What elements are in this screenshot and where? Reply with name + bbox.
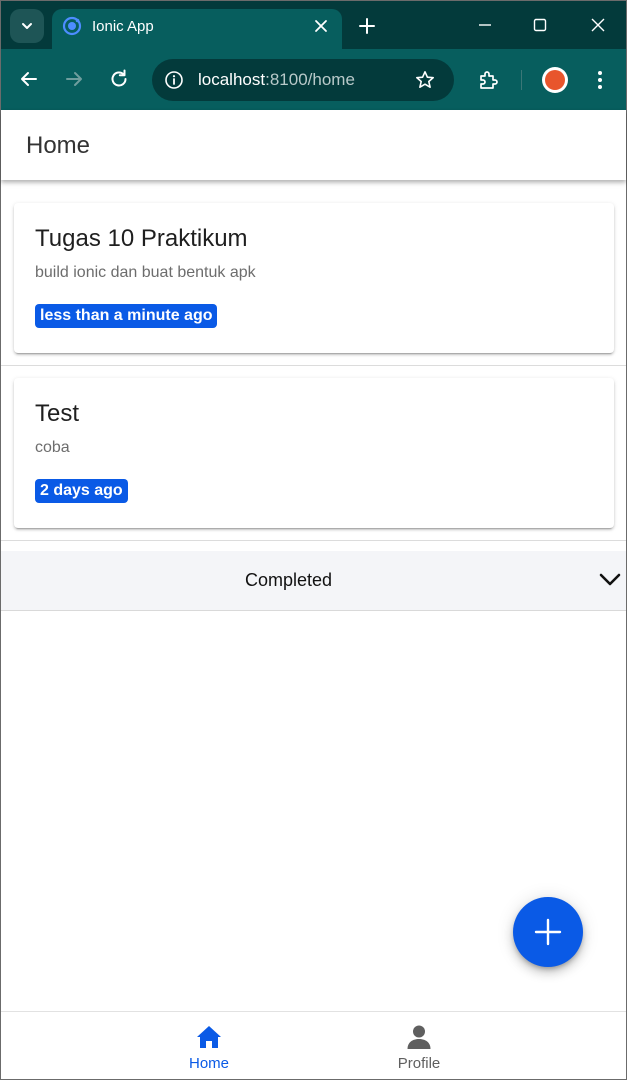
browser-tab-title: Ionic App: [92, 18, 154, 35]
extensions-puzzle-icon[interactable]: [476, 68, 500, 92]
forward-arrow-icon[interactable]: [63, 68, 85, 90]
bookmark-star-icon[interactable]: [414, 69, 436, 91]
reload-icon[interactable]: [108, 68, 130, 90]
completed-accordion-toggle[interactable]: Completed: [1, 551, 626, 611]
add-plus-icon: [534, 918, 562, 946]
list-divider: [1, 365, 626, 366]
chevron-down-icon: [22, 23, 32, 29]
minimize-icon[interactable]: [475, 15, 495, 35]
profile-avatar-image: [545, 70, 565, 90]
address-url: localhost:8100/home: [198, 70, 355, 90]
browser-tab-active[interactable]: Ionic App: [52, 9, 342, 49]
back-arrow-icon[interactable]: [18, 68, 40, 90]
maximize-icon[interactable]: [530, 15, 550, 35]
toolbar-separator: [521, 70, 522, 90]
window-close-icon[interactable]: [588, 15, 608, 35]
ionic-logo-icon: [62, 16, 82, 36]
task-description: build ionic dan buat bentuk apk: [35, 264, 256, 281]
tab-close-icon[interactable]: [312, 17, 330, 35]
browser-toolbar: localhost:8100/home: [1, 49, 626, 110]
home-icon: [197, 1026, 221, 1048]
task-description: coba: [35, 439, 70, 456]
url-host: localhost: [198, 70, 266, 89]
task-title: Tugas 10 Praktikum: [35, 225, 248, 252]
address-bar[interactable]: localhost:8100/home: [152, 59, 454, 101]
chevron-down-icon: [599, 573, 621, 586]
site-info-icon[interactable]: [163, 69, 185, 91]
url-path: :8100/home: [265, 70, 355, 89]
task-time-badge: 2 days ago: [35, 479, 128, 503]
list-divider: [1, 540, 626, 541]
app-header: Home: [1, 110, 626, 180]
tab-home-label: Home: [188, 1055, 229, 1072]
browser-tab-strip: Ionic App: [1, 1, 626, 49]
bottom-tab-bar: Home Profile: [1, 1011, 626, 1079]
page-title: Home: [26, 132, 91, 159]
task-card[interactable]: Tugas 10 Praktikum build ionic dan buat …: [14, 203, 614, 353]
task-title: Test: [35, 400, 80, 427]
add-task-fab[interactable]: [513, 897, 583, 967]
browser-menu-icon[interactable]: [589, 68, 611, 92]
tab-home[interactable]: Home: [149, 1012, 269, 1080]
new-tab-plus-icon[interactable]: [357, 16, 377, 36]
task-card[interactable]: Test coba 2 days ago: [14, 378, 614, 528]
completed-accordion-label: Completed: [244, 570, 333, 590]
tab-profile-label: Profile: [397, 1055, 441, 1072]
tab-search-button[interactable]: [10, 9, 44, 43]
task-time-badge: less than a minute ago: [35, 304, 218, 328]
browser-profile-avatar[interactable]: [542, 67, 568, 93]
person-icon: [407, 1025, 431, 1049]
tab-profile[interactable]: Profile: [359, 1012, 479, 1080]
